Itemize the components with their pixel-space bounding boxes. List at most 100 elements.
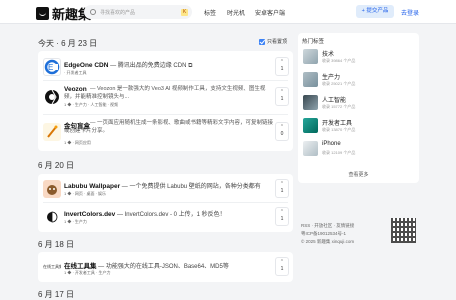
upvote-icon: ⌃ (279, 59, 285, 65)
upvote-button[interactable]: ⌃ 1 (275, 207, 289, 226)
product-meta: · 开发者工具 (64, 70, 87, 75)
product-meta: 1 ◆ · 网页应用 (64, 140, 91, 145)
product-title[interactable]: InvertColors.dev — InvertColors.dev - 0 … (64, 209, 270, 218)
divider (43, 80, 288, 81)
upvote-button[interactable]: ⌃ 1 (275, 57, 289, 76)
nav-time-machine[interactable]: 时光机 (227, 8, 245, 17)
tag-thumbnail (303, 141, 318, 156)
divider (43, 202, 288, 203)
product-name: EdgeOne CDN (64, 62, 109, 69)
search-icon (90, 9, 96, 15)
upvote-button[interactable]: ⌃ 1 (275, 179, 289, 198)
day-heading: 6 月 20 日 (38, 161, 75, 170)
tag-thumbnail (303, 49, 318, 64)
product-thumbnail (43, 180, 61, 198)
product-title[interactable]: EdgeOne CDN — 腾讯出品的免费边缘 CDN ⧉ (64, 60, 270, 70)
day-heading: 今天 · 6 月 23 日 (38, 39, 98, 48)
product-thumbnail (43, 88, 61, 106)
product-meta: 1 ◆ · 网页 · 桌面 · 娱乐 (64, 191, 106, 196)
product-title[interactable]: 在线工具集 — 功能强大的在线工具-JSON、Base64、MD5等 (64, 260, 270, 270)
tag-name: iPhone (322, 141, 341, 147)
site-logo[interactable]: 新趣集 (36, 4, 91, 23)
tag-count: 收录 13870 个产品 (322, 127, 356, 132)
nav-android-client[interactable]: 安卓客户端 (255, 8, 285, 17)
tag-item[interactable]: 人工智能 收录 15772 个产品 (303, 93, 416, 111)
day-card: Labubu Wallpaper — 一个免费提供 Labubu 壁纸的网站，各… (38, 174, 293, 232)
external-link-icon[interactable]: ⧉ (188, 63, 192, 69)
product-desc: — 功能强大的在线工具-JSON、Base64、MD5等 (96, 264, 229, 270)
footer-links[interactable]: RSS · 开放社区 · 友情链接 (301, 222, 354, 230)
upvote-button[interactable]: ⌃ 1 (275, 87, 289, 106)
product-thumbnail (43, 208, 61, 226)
pinned-only-toggle[interactable]: 只看置顶 (259, 38, 287, 45)
tag-thumbnail (303, 72, 318, 87)
tag-thumbnail (303, 118, 318, 133)
site-footer: RSS · 开放社区 · 友情链接 粤ICP备19012534号-1 © 202… (301, 222, 354, 246)
day-card: 在线工具集 在线工具集 — 功能强大的在线工具-JSON、Base64、MD5等… (38, 252, 293, 282)
product-desc: — 一页面应用随机生成一条影视、歌曲或书籍等精彩文字内容，可复制链接或创建卡片分… (64, 120, 274, 134)
tag-name: 技术 (322, 52, 335, 58)
vote-count: 1 (280, 216, 284, 222)
tag-item[interactable]: iPhone 收录 12109 个产品 (303, 139, 416, 157)
product-desc: — 腾讯出品的免费边缘 CDN (108, 63, 187, 69)
thumbnail-label: 在线工具集 (43, 264, 61, 269)
logo-icon (36, 7, 49, 20)
upvote-button[interactable]: ⌃ 0 (275, 122, 289, 141)
product-thumbnail: 在线工具集 (43, 258, 61, 276)
tag-count: 收录 25021 个产品 (322, 81, 356, 86)
divider (43, 114, 288, 115)
day-heading: 6 月 18 日 (38, 240, 75, 249)
tag-item[interactable]: 开发者工具 收录 13870 个产品 (303, 116, 416, 134)
panel-title: 热门标签 (302, 39, 325, 45)
copyright: © 2025 新趣集 xinquji.com (301, 239, 355, 244)
hot-tags-panel: 热门标签 技术 收录 39864 个产品 生产力 收录 25021 个产品 人工… (298, 33, 419, 183)
upvote-icon: ⌃ (279, 181, 285, 187)
product-meta: 1 ◆ · 开发者工具 · 生产力 (64, 270, 111, 275)
product-desc: — InvertColors.dev - 0 上传，1 秒反色！ (115, 212, 226, 218)
product-desc: — Veozon 是一款强大的 Veo3 AI 视频制作工具，支持文生视频、图生… (64, 86, 266, 100)
tag-thumbnail (303, 95, 318, 110)
submit-product-button[interactable]: + 提交产品 (356, 5, 394, 18)
checkbox-icon (259, 38, 265, 45)
vote-count: 1 (280, 96, 284, 102)
upvote-icon: ⌃ (279, 89, 285, 95)
product-name: 在线工具集 (64, 263, 97, 270)
product-meta: 1 ◆ · 生产力 · 人工智能 · 视频 (64, 102, 118, 107)
vote-count: 0 (280, 131, 284, 137)
product-meta: 1 ◆ · 生产力 (64, 219, 87, 224)
upvote-icon: ⌃ (279, 209, 285, 215)
search-input[interactable]: 寻找喜欢的产品 K (84, 5, 192, 19)
vote-count: 1 (280, 266, 284, 272)
search-placeholder: 寻找喜欢的产品 (100, 9, 136, 16)
tag-count: 收录 39864 个产品 (322, 58, 356, 63)
product-title[interactable]: Labubu Wallpaper — 一个免费提供 Labubu 壁纸的网站，各… (64, 181, 270, 190)
product-desc: — 一个免费提供 Labubu 壁纸的网站，各种分类都有 (120, 184, 261, 190)
login-link[interactable]: 去登录 (401, 8, 419, 17)
tag-item[interactable]: 技术 收录 39864 个产品 (303, 47, 416, 65)
qr-code (391, 218, 416, 243)
tag-name: 人工智能 (322, 98, 347, 104)
vote-count: 1 (280, 188, 284, 194)
top-bar: 新趣集 寻找喜欢的产品 K 标签 时光机 安卓客户端 + 提交产品 去登录 (0, 0, 456, 24)
tag-name: 开发者工具 (322, 121, 353, 127)
svg-text:E: E (48, 63, 53, 72)
product-thumbnail: E (43, 58, 61, 76)
product-name: InvertColors.dev (64, 211, 116, 218)
tag-name: 生产力 (322, 75, 341, 81)
product-thumbnail (43, 123, 61, 141)
search-shortcut-badge: K (181, 8, 188, 16)
tag-item[interactable]: 生产力 收录 25021 个产品 (303, 70, 416, 88)
day-card: E EdgeOne CDN — 腾讯出品的免费边缘 CDN ⧉ · 开发者工具 … (38, 51, 293, 151)
upvote-icon: ⌃ (279, 259, 285, 265)
upvote-button[interactable]: ⌃ 1 (275, 257, 289, 276)
pinned-only-label: 只看置顶 (267, 39, 288, 45)
vote-count: 1 (280, 66, 284, 72)
product-name: Labubu Wallpaper (64, 183, 121, 190)
upvote-icon: ⌃ (279, 124, 285, 130)
tag-count: 收录 12109 个产品 (322, 150, 356, 155)
view-more-link[interactable]: 查看更多 (298, 171, 419, 178)
nav-tags[interactable]: 标签 (204, 8, 216, 17)
icp-number[interactable]: 粤ICP备19012534号-1 (301, 230, 354, 238)
day-heading: 6 月 17 日 (38, 290, 75, 299)
tag-count: 收录 15772 个产品 (322, 104, 356, 109)
